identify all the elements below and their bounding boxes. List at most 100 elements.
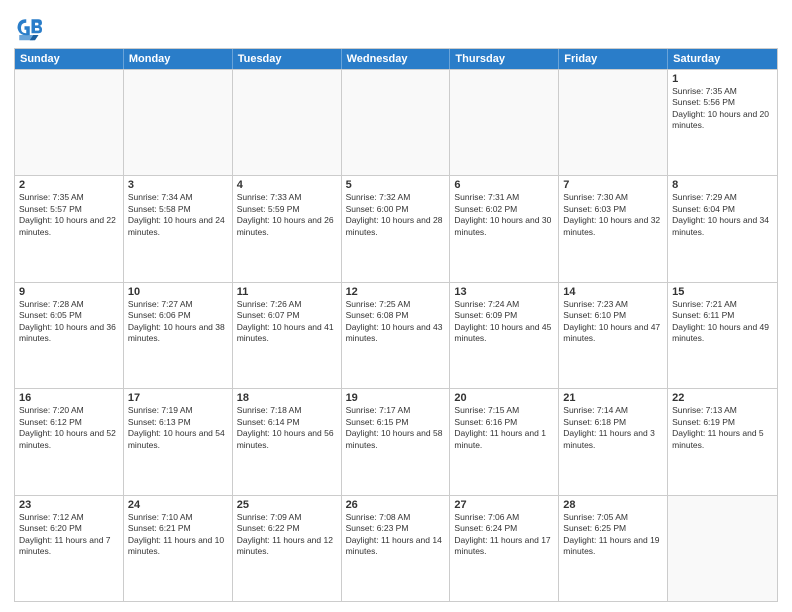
day-number: 28	[563, 499, 663, 511]
day-info: Sunrise: 7:15 AM Sunset: 6:16 PM Dayligh…	[454, 405, 554, 451]
day-number: 19	[346, 392, 446, 404]
calendar-week-row: 9Sunrise: 7:28 AM Sunset: 6:05 PM Daylig…	[15, 282, 777, 388]
calendar-week-row: 2Sunrise: 7:35 AM Sunset: 5:57 PM Daylig…	[15, 175, 777, 281]
calendar-cell: 27Sunrise: 7:06 AM Sunset: 6:24 PM Dayli…	[450, 496, 559, 601]
calendar-cell: 22Sunrise: 7:13 AM Sunset: 6:19 PM Dayli…	[668, 389, 777, 494]
calendar-cell: 17Sunrise: 7:19 AM Sunset: 6:13 PM Dayli…	[124, 389, 233, 494]
calendar-cell: 16Sunrise: 7:20 AM Sunset: 6:12 PM Dayli…	[15, 389, 124, 494]
calendar-cell: 28Sunrise: 7:05 AM Sunset: 6:25 PM Dayli…	[559, 496, 668, 601]
day-number: 23	[19, 499, 119, 511]
calendar-header-cell: Tuesday	[233, 49, 342, 69]
calendar-cell: 2Sunrise: 7:35 AM Sunset: 5:57 PM Daylig…	[15, 176, 124, 281]
day-number: 27	[454, 499, 554, 511]
day-number: 14	[563, 286, 663, 298]
calendar-cell: 4Sunrise: 7:33 AM Sunset: 5:59 PM Daylig…	[233, 176, 342, 281]
day-number: 25	[237, 499, 337, 511]
day-info: Sunrise: 7:13 AM Sunset: 6:19 PM Dayligh…	[672, 405, 773, 451]
calendar-cell: 9Sunrise: 7:28 AM Sunset: 6:05 PM Daylig…	[15, 283, 124, 388]
day-info: Sunrise: 7:24 AM Sunset: 6:09 PM Dayligh…	[454, 299, 554, 345]
day-number: 1	[672, 73, 773, 85]
day-number: 8	[672, 179, 773, 191]
calendar-cell: 1Sunrise: 7:35 AM Sunset: 5:56 PM Daylig…	[668, 70, 777, 175]
calendar-cell: 10Sunrise: 7:27 AM Sunset: 6:06 PM Dayli…	[124, 283, 233, 388]
calendar-cell	[124, 70, 233, 175]
calendar-cell: 23Sunrise: 7:12 AM Sunset: 6:20 PM Dayli…	[15, 496, 124, 601]
calendar-header-cell: Thursday	[450, 49, 559, 69]
logo	[14, 14, 46, 42]
calendar-header-cell: Monday	[124, 49, 233, 69]
day-number: 15	[672, 286, 773, 298]
day-info: Sunrise: 7:08 AM Sunset: 6:23 PM Dayligh…	[346, 512, 446, 558]
day-number: 9	[19, 286, 119, 298]
day-number: 5	[346, 179, 446, 191]
calendar-cell: 13Sunrise: 7:24 AM Sunset: 6:09 PM Dayli…	[450, 283, 559, 388]
day-info: Sunrise: 7:05 AM Sunset: 6:25 PM Dayligh…	[563, 512, 663, 558]
day-number: 4	[237, 179, 337, 191]
calendar-week-row: 23Sunrise: 7:12 AM Sunset: 6:20 PM Dayli…	[15, 495, 777, 601]
day-info: Sunrise: 7:10 AM Sunset: 6:21 PM Dayligh…	[128, 512, 228, 558]
calendar-cell: 5Sunrise: 7:32 AM Sunset: 6:00 PM Daylig…	[342, 176, 451, 281]
day-number: 12	[346, 286, 446, 298]
day-info: Sunrise: 7:28 AM Sunset: 6:05 PM Dayligh…	[19, 299, 119, 345]
day-number: 3	[128, 179, 228, 191]
calendar-cell	[233, 70, 342, 175]
day-info: Sunrise: 7:12 AM Sunset: 6:20 PM Dayligh…	[19, 512, 119, 558]
header	[14, 10, 778, 42]
calendar-week-row: 1Sunrise: 7:35 AM Sunset: 5:56 PM Daylig…	[15, 69, 777, 175]
day-info: Sunrise: 7:21 AM Sunset: 6:11 PM Dayligh…	[672, 299, 773, 345]
calendar-cell: 7Sunrise: 7:30 AM Sunset: 6:03 PM Daylig…	[559, 176, 668, 281]
day-info: Sunrise: 7:26 AM Sunset: 6:07 PM Dayligh…	[237, 299, 337, 345]
day-info: Sunrise: 7:19 AM Sunset: 6:13 PM Dayligh…	[128, 405, 228, 451]
day-number: 26	[346, 499, 446, 511]
day-info: Sunrise: 7:31 AM Sunset: 6:02 PM Dayligh…	[454, 192, 554, 238]
day-info: Sunrise: 7:25 AM Sunset: 6:08 PM Dayligh…	[346, 299, 446, 345]
day-number: 13	[454, 286, 554, 298]
day-number: 17	[128, 392, 228, 404]
day-info: Sunrise: 7:34 AM Sunset: 5:58 PM Dayligh…	[128, 192, 228, 238]
day-info: Sunrise: 7:17 AM Sunset: 6:15 PM Dayligh…	[346, 405, 446, 451]
day-info: Sunrise: 7:35 AM Sunset: 5:57 PM Dayligh…	[19, 192, 119, 238]
calendar-body: 1Sunrise: 7:35 AM Sunset: 5:56 PM Daylig…	[15, 69, 777, 601]
day-number: 16	[19, 392, 119, 404]
day-number: 2	[19, 179, 119, 191]
day-info: Sunrise: 7:06 AM Sunset: 6:24 PM Dayligh…	[454, 512, 554, 558]
day-number: 7	[563, 179, 663, 191]
calendar-cell: 12Sunrise: 7:25 AM Sunset: 6:08 PM Dayli…	[342, 283, 451, 388]
calendar-cell: 3Sunrise: 7:34 AM Sunset: 5:58 PM Daylig…	[124, 176, 233, 281]
calendar-cell: 14Sunrise: 7:23 AM Sunset: 6:10 PM Dayli…	[559, 283, 668, 388]
calendar-week-row: 16Sunrise: 7:20 AM Sunset: 6:12 PM Dayli…	[15, 388, 777, 494]
calendar-header-cell: Friday	[559, 49, 668, 69]
day-number: 22	[672, 392, 773, 404]
calendar-cell: 6Sunrise: 7:31 AM Sunset: 6:02 PM Daylig…	[450, 176, 559, 281]
day-number: 21	[563, 392, 663, 404]
day-info: Sunrise: 7:09 AM Sunset: 6:22 PM Dayligh…	[237, 512, 337, 558]
calendar-cell	[668, 496, 777, 601]
calendar-cell	[342, 70, 451, 175]
logo-icon	[14, 14, 42, 42]
day-number: 20	[454, 392, 554, 404]
calendar-cell: 20Sunrise: 7:15 AM Sunset: 6:16 PM Dayli…	[450, 389, 559, 494]
calendar-cell: 11Sunrise: 7:26 AM Sunset: 6:07 PM Dayli…	[233, 283, 342, 388]
day-number: 18	[237, 392, 337, 404]
day-info: Sunrise: 7:18 AM Sunset: 6:14 PM Dayligh…	[237, 405, 337, 451]
calendar-cell: 15Sunrise: 7:21 AM Sunset: 6:11 PM Dayli…	[668, 283, 777, 388]
calendar: SundayMondayTuesdayWednesdayThursdayFrid…	[14, 48, 778, 602]
day-info: Sunrise: 7:32 AM Sunset: 6:00 PM Dayligh…	[346, 192, 446, 238]
calendar-cell: 8Sunrise: 7:29 AM Sunset: 6:04 PM Daylig…	[668, 176, 777, 281]
day-number: 10	[128, 286, 228, 298]
day-number: 11	[237, 286, 337, 298]
calendar-cell	[450, 70, 559, 175]
calendar-cell	[559, 70, 668, 175]
day-info: Sunrise: 7:33 AM Sunset: 5:59 PM Dayligh…	[237, 192, 337, 238]
day-info: Sunrise: 7:27 AM Sunset: 6:06 PM Dayligh…	[128, 299, 228, 345]
calendar-cell: 25Sunrise: 7:09 AM Sunset: 6:22 PM Dayli…	[233, 496, 342, 601]
calendar-cell: 19Sunrise: 7:17 AM Sunset: 6:15 PM Dayli…	[342, 389, 451, 494]
calendar-cell: 24Sunrise: 7:10 AM Sunset: 6:21 PM Dayli…	[124, 496, 233, 601]
day-info: Sunrise: 7:29 AM Sunset: 6:04 PM Dayligh…	[672, 192, 773, 238]
day-info: Sunrise: 7:35 AM Sunset: 5:56 PM Dayligh…	[672, 86, 773, 132]
calendar-cell: 26Sunrise: 7:08 AM Sunset: 6:23 PM Dayli…	[342, 496, 451, 601]
calendar-cell: 18Sunrise: 7:18 AM Sunset: 6:14 PM Dayli…	[233, 389, 342, 494]
day-number: 6	[454, 179, 554, 191]
calendar-header-cell: Wednesday	[342, 49, 451, 69]
calendar-header-cell: Saturday	[668, 49, 777, 69]
